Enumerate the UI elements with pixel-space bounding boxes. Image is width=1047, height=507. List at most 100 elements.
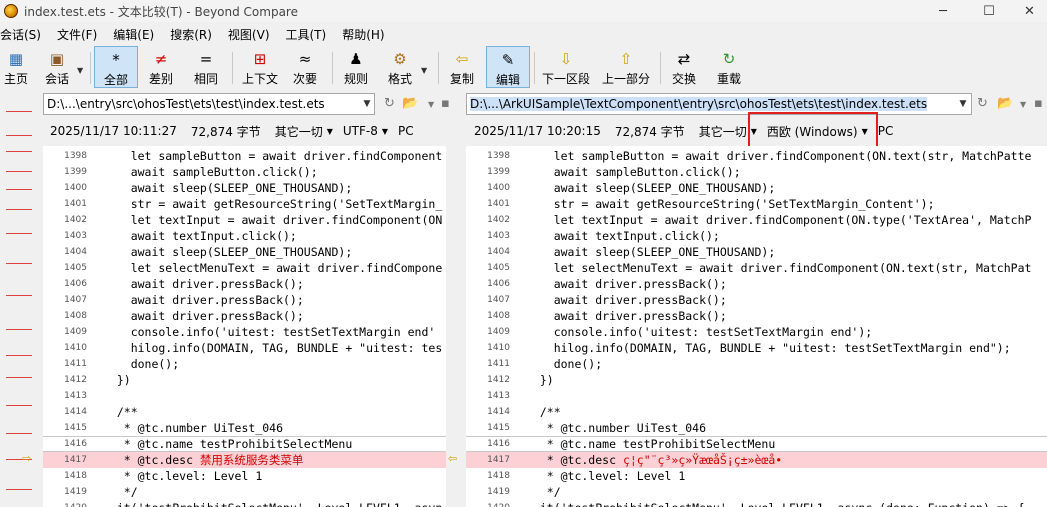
code-line[interactable]: 1420 it('testProhibitSelectMenu', Level.… <box>43 500 446 507</box>
edit-button[interactable]: ✎ 编辑 <box>486 46 530 88</box>
code-line[interactable]: 1417 * @tc.desc ç¦ç"¨ç³»ç»ŸæœåŠ¡ç±»èœå• <box>466 452 1047 468</box>
code-line[interactable]: 1418 * @tc.level: Level 1 <box>466 468 1047 484</box>
swap-button[interactable]: ⇄ 交换 <box>668 46 700 88</box>
code-line[interactable]: 1415 * @tc.number UiTest_046 <box>466 420 1047 436</box>
code-line[interactable]: 1418 * @tc.level: Level 1 <box>43 468 446 484</box>
right-other-select[interactable]: 其它一切 <box>699 123 747 140</box>
menu-view[interactable]: 视图(V) <box>228 26 274 43</box>
session-dropdown-icon[interactable]: ▼ <box>77 66 83 75</box>
code-line[interactable]: 1398 let sampleButton = await driver.fin… <box>466 148 1047 164</box>
code-line[interactable]: 1413 <box>43 388 446 404</box>
code-line[interactable]: 1407 await driver.pressBack(); <box>466 292 1047 308</box>
right-history-icon[interactable]: ↻ <box>977 96 988 111</box>
code-line[interactable]: 1416 * @tc.name testProhibitSelectMenu <box>466 436 1047 452</box>
left-line-ending[interactable]: PC <box>398 124 414 138</box>
code-line[interactable]: 1411 done(); <box>43 356 446 372</box>
menu-tools[interactable]: 工具(T) <box>286 26 331 43</box>
prev-section-button[interactable]: ⇧ 上一部分 <box>600 46 652 88</box>
code-line[interactable]: 1413 <box>466 388 1047 404</box>
left-encoding-dropdown-icon[interactable]: ▼ <box>382 127 388 136</box>
minor-button[interactable]: ≈ 次要 <box>288 46 322 88</box>
next-section-button[interactable]: ⇩ 下一区段 <box>540 46 592 88</box>
code-line[interactable]: 1405 let selectMenuText = await driver.f… <box>466 260 1047 276</box>
maximize-icon[interactable]: ☐ <box>966 0 1012 22</box>
left-history-icon[interactable]: ↻ <box>384 96 395 111</box>
left-path-dropdown-icon[interactable]: ▼ <box>359 93 375 115</box>
menu-edit[interactable]: 编辑(E) <box>113 26 158 43</box>
code-line[interactable]: 1409 console.info('uitest: testSetTextMa… <box>43 324 446 340</box>
left-other-select[interactable]: 其它一切 <box>275 123 323 140</box>
format-button[interactable]: ⚙ 格式 <box>383 46 417 88</box>
menu-session[interactable]: 会话(S) <box>0 26 45 43</box>
code-line[interactable]: 1399 await sampleButton.click(); <box>466 164 1047 180</box>
equal-icon: = <box>199 50 213 68</box>
left-folder-dropdown-icon[interactable]: ▼ <box>428 100 434 109</box>
left-other-dropdown-icon[interactable]: ▼ <box>327 127 333 136</box>
code-line[interactable]: 1410 hilog.info(DOMAIN, TAG, BUNDLE + "u… <box>466 340 1047 356</box>
code-line[interactable]: 1407 await driver.pressBack(); <box>43 292 446 308</box>
code-line[interactable]: 1402 let textInput = await driver.findCo… <box>466 212 1047 228</box>
code-line[interactable]: 1410 hilog.info(DOMAIN, TAG, BUNDLE + "u… <box>43 340 446 356</box>
code-line[interactable]: 1412 }) <box>43 372 446 388</box>
right-code-pane[interactable]: 1398 let sampleButton = await driver.fin… <box>466 146 1047 507</box>
code-line[interactable]: 1404 await sleep(SLEEP_ONE_THOUSAND); <box>466 244 1047 260</box>
code-line[interactable]: 1406 await driver.pressBack(); <box>466 276 1047 292</box>
right-folder-dropdown-icon[interactable]: ▼ <box>1020 100 1026 109</box>
code-line[interactable]: 1414 /** <box>43 404 446 420</box>
reload-button[interactable]: ↻ 重载 <box>713 46 745 88</box>
right-path-input[interactable]: D:\...\ArkUISample\TextComponent\entry\s… <box>466 93 972 115</box>
code-line[interactable]: 1415 * @tc.number UiTest_046 <box>43 420 446 436</box>
line-number: 1414 <box>64 407 87 417</box>
code-line[interactable]: 1409 console.info('uitest: testSetTextMa… <box>466 324 1047 340</box>
show-all-button[interactable]: * 全部 <box>94 46 138 88</box>
code-line[interactable]: 1401 str = await getResourceString('SetT… <box>466 196 1047 212</box>
code-line[interactable]: 1412 }) <box>466 372 1047 388</box>
code-line[interactable]: 1405 let selectMenuText = await driver.f… <box>43 260 446 276</box>
right-path-dropdown-icon[interactable]: ▼ <box>955 93 971 115</box>
menu-help[interactable]: 帮助(H) <box>342 26 388 43</box>
code-line[interactable]: 1406 await driver.pressBack(); <box>43 276 446 292</box>
copy-button[interactable]: ⇦ 复制 <box>446 46 478 88</box>
show-diffs-button[interactable]: ≠ 差别 <box>143 46 179 88</box>
right-open-folder-icon[interactable]: 📂 <box>997 96 1013 111</box>
code-line[interactable]: 1403 await textInput.click(); <box>43 228 446 244</box>
home-button[interactable]: ▦ 主页 <box>0 46 32 88</box>
code-line[interactable]: 1414 /** <box>466 404 1047 420</box>
overview-strip[interactable] <box>0 93 34 507</box>
code-line[interactable]: 1411 done(); <box>466 356 1047 372</box>
right-save-icon[interactable]: ▪ <box>1034 96 1043 111</box>
code-line[interactable]: 1419 */ <box>466 484 1047 500</box>
code-line[interactable]: 1419 */ <box>43 484 446 500</box>
code-line[interactable]: 1400 await sleep(SLEEP_ONE_THOUSAND); <box>466 180 1047 196</box>
copy-to-left-arrow-icon[interactable]: ⇦ <box>448 452 457 465</box>
close-icon[interactable]: ✕ <box>1012 0 1047 22</box>
code-line[interactable]: 1403 await textInput.click(); <box>466 228 1047 244</box>
format-dropdown-icon[interactable]: ▼ <box>421 66 427 75</box>
code-line[interactable]: 1402 let textInput = await driver.findCo… <box>43 212 446 228</box>
code-line[interactable]: 1398 let sampleButton = await driver.fin… <box>43 148 446 164</box>
show-same-button[interactable]: = 相同 <box>187 46 225 88</box>
code-line[interactable]: 1420 it('testProhibitSelectMenu', Level.… <box>466 500 1047 507</box>
referee-icon: ♟ <box>349 50 363 68</box>
left-open-folder-icon[interactable]: 📂 <box>402 96 418 111</box>
session-button[interactable]: ▣ 会话 <box>40 46 74 88</box>
code-line[interactable]: 1404 await sleep(SLEEP_ONE_THOUSAND); <box>43 244 446 260</box>
code-line[interactable]: 1408 await driver.pressBack(); <box>43 308 446 324</box>
context-button[interactable]: ⊞ 上下文 <box>238 46 282 88</box>
right-line-ending[interactable]: PC <box>878 124 894 138</box>
left-path-input[interactable]: D:\...\entry\src\ohosTest\ets\test\index… <box>43 93 375 115</box>
minimize-icon[interactable]: ─ <box>920 0 966 22</box>
code-line[interactable]: 1417 * @tc.desc 禁用系统服务类菜单 <box>43 452 446 468</box>
rules-button[interactable]: ♟ 规则 <box>339 46 373 88</box>
menu-file[interactable]: 文件(F) <box>57 26 101 43</box>
code-line[interactable]: 1399 await sampleButton.click(); <box>43 164 446 180</box>
left-save-icon[interactable]: ▪ <box>441 96 450 111</box>
left-encoding-select[interactable]: UTF-8 <box>343 124 378 138</box>
left-code-pane[interactable]: 1398 let sampleButton = await driver.fin… <box>43 146 446 507</box>
code-line[interactable]: 1401 str = await getResourceString('SetT… <box>43 196 446 212</box>
menu-search[interactable]: 搜索(R) <box>170 26 216 43</box>
code-text: */ <box>103 485 138 499</box>
code-line[interactable]: 1416 * @tc.name testProhibitSelectMenu <box>43 436 446 452</box>
code-line[interactable]: 1400 await sleep(SLEEP_ONE_THOUSAND); <box>43 180 446 196</box>
code-line[interactable]: 1408 await driver.pressBack(); <box>466 308 1047 324</box>
